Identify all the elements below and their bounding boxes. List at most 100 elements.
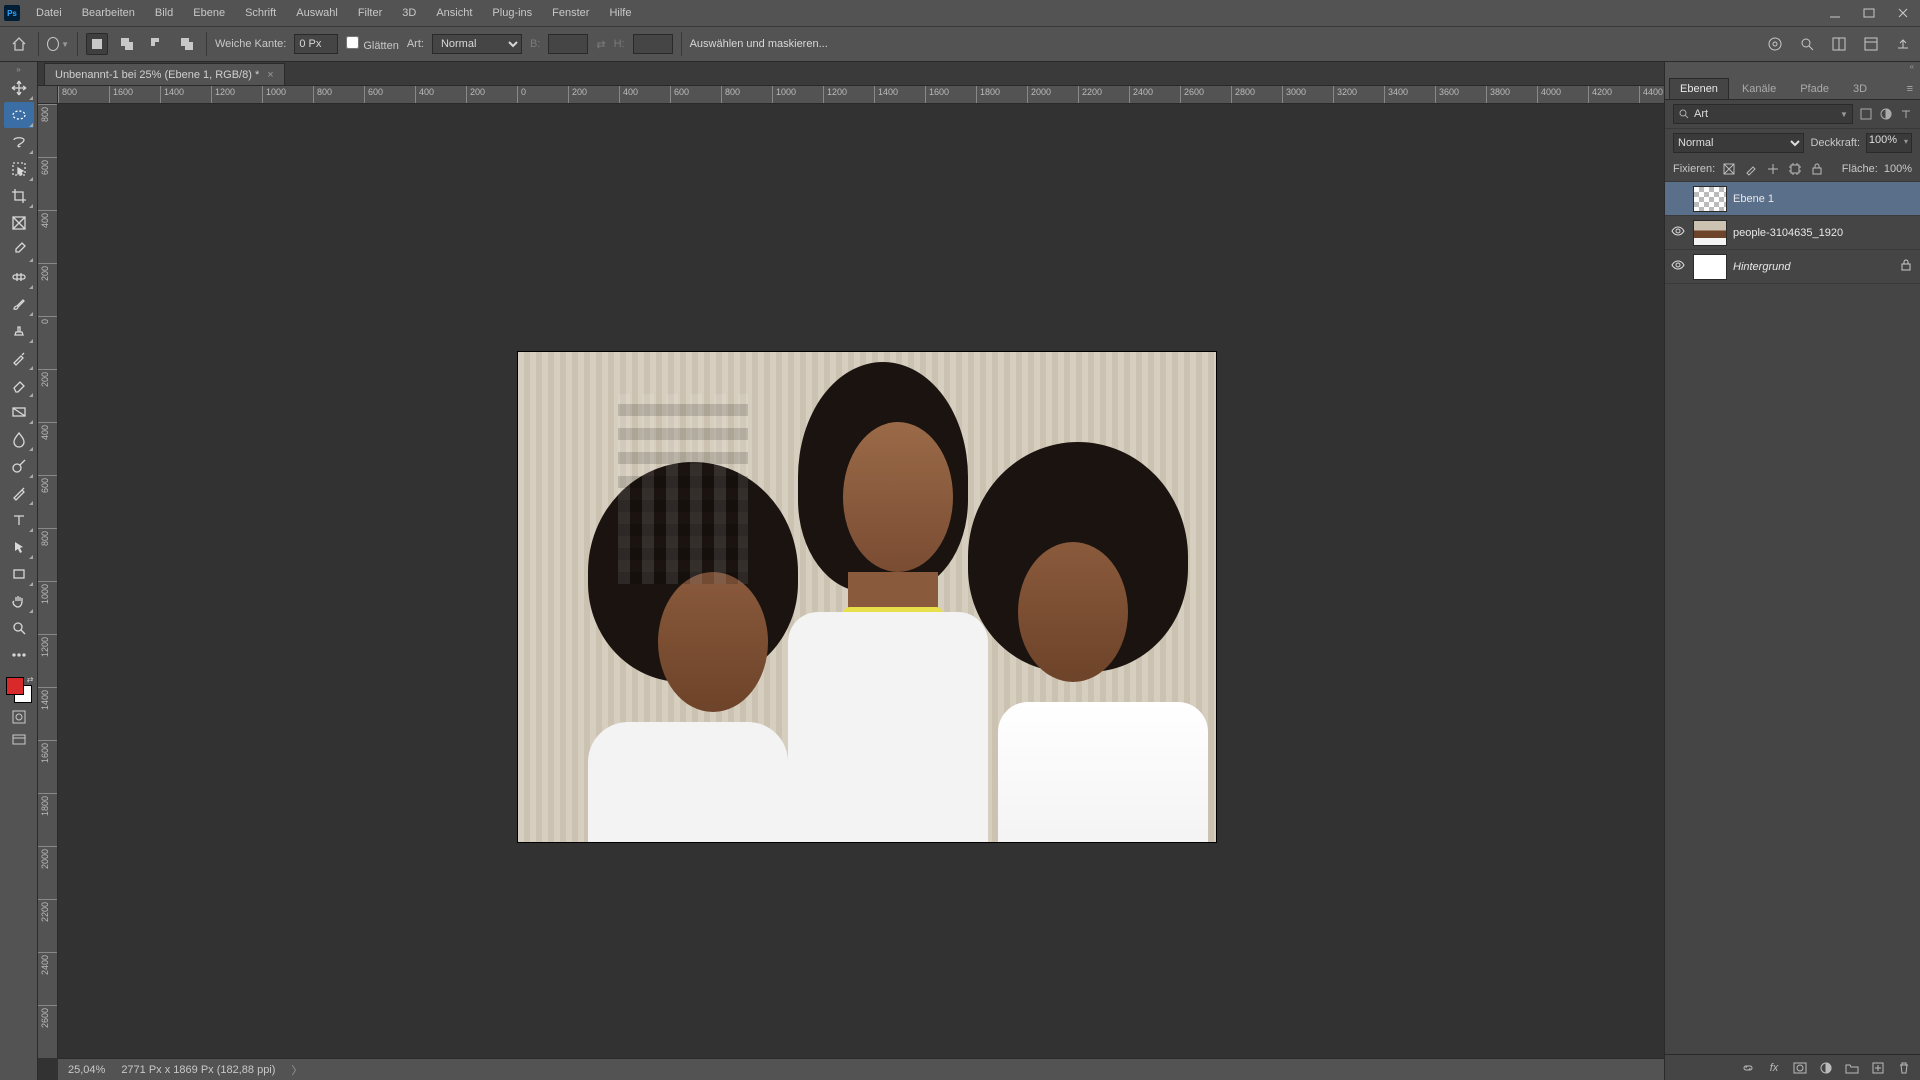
menu-plug-ins[interactable]: Plug-ins (482, 0, 542, 26)
tab-pfade[interactable]: Pfade (1789, 78, 1840, 99)
blend-mode-select[interactable]: Normal (1673, 133, 1804, 153)
layer-name[interactable]: people-3104635_1920 (1733, 227, 1916, 239)
menu-schrift[interactable]: Schrift (235, 0, 286, 26)
lasso-tool[interactable] (4, 129, 34, 155)
filter-type-icon[interactable] (1899, 105, 1913, 123)
tool-preset-picker[interactable]: ▼ (47, 33, 69, 55)
screenmode-button[interactable] (4, 729, 34, 751)
selection-new-button[interactable] (86, 33, 108, 55)
menu-filter[interactable]: Filter (348, 0, 392, 26)
lock-all-icon[interactable] (1809, 161, 1825, 177)
arrange-documents-icon[interactable] (1830, 35, 1848, 53)
close-tab-icon[interactable]: × (267, 69, 273, 81)
ruler-origin[interactable] (38, 86, 58, 104)
lock-pixels-icon[interactable] (1743, 161, 1759, 177)
brush-tool[interactable] (4, 291, 34, 317)
dodge-tool[interactable] (4, 453, 34, 479)
menu-auswahl[interactable]: Auswahl (286, 0, 348, 26)
pen-tool[interactable] (4, 480, 34, 506)
layer-filter-select[interactable]: ▼ (1673, 104, 1853, 124)
quickmask-button[interactable] (4, 706, 34, 728)
adjustment-layer-icon[interactable] (1818, 1060, 1834, 1076)
edit-toolbar-icon[interactable] (4, 642, 34, 668)
selection-add-button[interactable] (116, 33, 138, 55)
ellipse-marquee-tool[interactable] (4, 102, 34, 128)
menu-ansicht[interactable]: Ansicht (426, 0, 482, 26)
foreground-color-swatch[interactable] (6, 677, 24, 695)
eraser-tool[interactable] (4, 372, 34, 398)
rectangle-shape-tool[interactable] (4, 561, 34, 587)
selection-intersect-button[interactable] (176, 33, 198, 55)
statusbar-flyout-icon[interactable]: 〉 (291, 1062, 302, 1078)
antialias-checkbox[interactable] (346, 36, 359, 49)
layer-thumbnail[interactable] (1693, 254, 1727, 280)
layer-mask-icon[interactable] (1792, 1060, 1808, 1076)
clone-stamp-tool[interactable] (4, 318, 34, 344)
workspace-switcher-icon[interactable] (1862, 35, 1880, 53)
menu-bearbeiten[interactable]: Bearbeiten (72, 0, 145, 26)
layer-thumbnail[interactable] (1693, 186, 1727, 212)
close-button[interactable] (1886, 0, 1920, 26)
delete-layer-icon[interactable] (1896, 1060, 1912, 1076)
object-selection-tool[interactable] (4, 156, 34, 182)
gradient-tool[interactable] (4, 399, 34, 425)
zoom-tool[interactable] (4, 615, 34, 641)
menu-hilfe[interactable]: Hilfe (599, 0, 641, 26)
layer-name[interactable]: Ebene 1 (1733, 193, 1916, 205)
feather-input[interactable] (294, 34, 338, 54)
maximize-button[interactable] (1852, 0, 1886, 26)
canvas[interactable] (58, 104, 1664, 1058)
layer-thumbnail[interactable] (1693, 220, 1727, 246)
select-and-mask-button[interactable]: Auswählen und maskieren... (690, 38, 828, 50)
crop-tool[interactable] (4, 183, 34, 209)
swap-colors-icon[interactable]: ⇄ (27, 675, 34, 684)
share-icon[interactable] (1894, 35, 1912, 53)
path-selection-tool[interactable] (4, 534, 34, 560)
visibility-toggle-icon[interactable] (1669, 224, 1687, 241)
lock-position-icon[interactable] (1765, 161, 1781, 177)
layer-name[interactable]: Hintergrund (1733, 261, 1894, 273)
filter-adjust-icon[interactable] (1879, 105, 1893, 123)
new-group-icon[interactable] (1844, 1060, 1860, 1076)
layer-row[interactable]: people-3104635_1920 (1665, 216, 1920, 250)
eyedropper-tool[interactable] (4, 237, 34, 263)
filter-pixel-icon[interactable] (1859, 105, 1873, 123)
tab-kanaele[interactable]: Kanäle (1731, 78, 1787, 99)
type-tool[interactable] (4, 507, 34, 533)
ruler-vertical[interactable]: 8006004002000200400600800100012001400160… (38, 104, 58, 1058)
opacity-input[interactable]: 100% (1866, 133, 1912, 153)
home-icon[interactable] (8, 33, 30, 55)
layer-style-icon[interactable]: fx (1766, 1060, 1782, 1076)
tab-3d[interactable]: 3D (1842, 78, 1878, 99)
layer-filter-input[interactable] (1694, 108, 1836, 120)
layer-row[interactable]: Ebene 1 (1665, 182, 1920, 216)
panel-collapse-icon[interactable]: « (1665, 62, 1920, 72)
blur-tool[interactable] (4, 426, 34, 452)
color-swatches[interactable]: ⇄ (4, 675, 34, 705)
panel-menu-icon[interactable]: ≡ (1900, 78, 1920, 99)
ruler-horizontal[interactable]: 8001600140012001000800600400200020040060… (58, 86, 1664, 104)
move-tool[interactable] (4, 75, 34, 101)
history-brush-tool[interactable] (4, 345, 34, 371)
minimize-button[interactable] (1818, 0, 1852, 26)
fill-input[interactable]: 100% (1884, 163, 1912, 175)
tab-ebenen[interactable]: Ebenen (1669, 78, 1729, 99)
cloud-docs-icon[interactable] (1766, 35, 1784, 53)
antialias-checkbox-wrap[interactable]: Glätten (346, 36, 398, 52)
menu-fenster[interactable]: Fenster (542, 0, 599, 26)
menu-bild[interactable]: Bild (145, 0, 183, 26)
menu-3d[interactable]: 3D (392, 0, 426, 26)
lock-transparency-icon[interactable] (1721, 161, 1737, 177)
menu-datei[interactable]: Datei (26, 0, 72, 26)
frame-tool[interactable] (4, 210, 34, 236)
hand-tool[interactable] (4, 588, 34, 614)
document-info[interactable]: 2771 Px x 1869 Px (182,88 ppi) (121, 1064, 275, 1076)
search-icon[interactable] (1798, 35, 1816, 53)
layer-row[interactable]: Hintergrund (1665, 250, 1920, 284)
selection-subtract-button[interactable] (146, 33, 168, 55)
zoom-level[interactable]: 25,04% (68, 1064, 105, 1076)
new-layer-icon[interactable] (1870, 1060, 1886, 1076)
toolbox-collapse-icon[interactable]: » (0, 64, 37, 74)
visibility-toggle-icon[interactable] (1669, 258, 1687, 275)
healing-brush-tool[interactable] (4, 264, 34, 290)
